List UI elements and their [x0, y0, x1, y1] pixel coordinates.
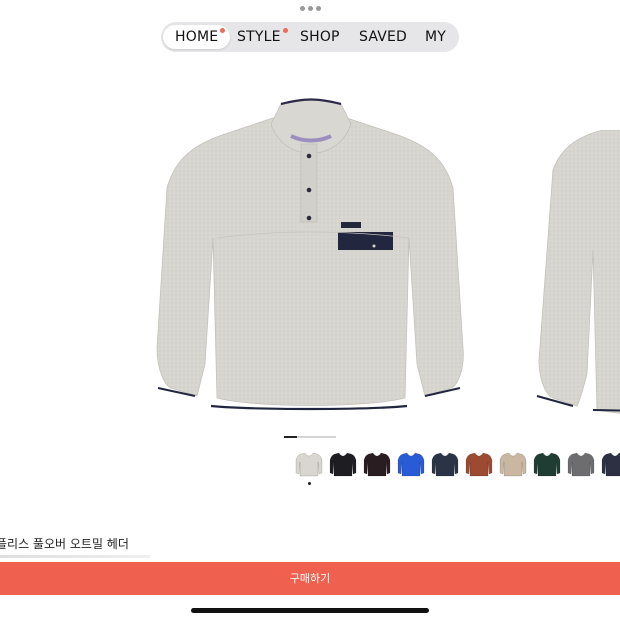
- color-swatch[interactable]: [600, 449, 620, 479]
- nav-my[interactable]: MY: [425, 25, 446, 49]
- nav-style-badge: [283, 28, 288, 33]
- top-nav: HOME STYLE SHOP SAVED MY: [161, 22, 459, 52]
- color-swatches: [294, 449, 620, 479]
- fleece-thumbnail-icon: [397, 452, 425, 477]
- nav-shop[interactable]: SHOP: [300, 25, 340, 49]
- product-image[interactable]: [155, 98, 465, 413]
- color-swatch[interactable]: [430, 449, 460, 479]
- nav-home-label: HOME: [175, 29, 219, 45]
- fleece-thumbnail-icon: [533, 452, 561, 477]
- color-swatch[interactable]: [566, 449, 596, 479]
- buy-button[interactable]: 구매하기: [0, 562, 620, 595]
- fleece-pullover-peek-icon: [536, 130, 620, 414]
- fleece-thumbnail-icon: [329, 452, 357, 477]
- color-swatch[interactable]: [396, 449, 426, 479]
- nav-shop-label: SHOP: [300, 29, 340, 45]
- pager-dot: [310, 436, 323, 438]
- fleece-thumbnail-icon: [465, 452, 493, 477]
- nav-home-badge: [220, 28, 225, 33]
- color-swatch[interactable]: [328, 449, 358, 479]
- fleece-thumbnail-icon: [499, 452, 527, 477]
- product-name: 플리스 풀오버 오트밀 헤더: [0, 537, 129, 551]
- color-swatch[interactable]: [532, 449, 562, 479]
- fleece-thumbnail-icon: [567, 452, 595, 477]
- color-swatch[interactable]: [498, 449, 528, 479]
- product-subtitle-placeholder: [0, 555, 150, 558]
- pager-dot: [297, 436, 310, 438]
- fleece-thumbnail-icon: [431, 452, 459, 477]
- nav-style-label: STYLE: [237, 29, 281, 45]
- color-swatch[interactable]: [464, 449, 494, 479]
- nav-saved-label: SAVED: [359, 29, 408, 45]
- selected-swatch-indicator: [308, 482, 311, 485]
- nav-saved[interactable]: SAVED: [359, 25, 407, 49]
- fleece-thumbnail-icon: [295, 452, 323, 477]
- fleece-thumbnail-icon: [601, 452, 620, 477]
- pager-dot: [323, 436, 336, 438]
- color-swatch[interactable]: [294, 449, 324, 479]
- more-options-icon[interactable]: [300, 6, 321, 11]
- next-product-image[interactable]: [533, 130, 620, 415]
- home-indicator: [191, 608, 429, 613]
- nav-style[interactable]: STYLE: [237, 25, 281, 49]
- image-pager: [284, 436, 336, 438]
- fleece-pullover-icon: [156, 98, 464, 411]
- fleece-thumbnail-icon: [363, 452, 391, 477]
- color-swatch[interactable]: [362, 449, 392, 479]
- pager-dot: [284, 436, 297, 438]
- nav-my-label: MY: [425, 29, 447, 45]
